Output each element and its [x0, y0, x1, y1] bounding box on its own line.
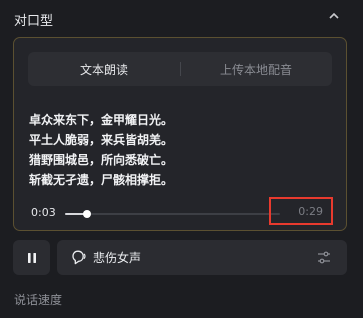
script-line: 猎野围城邑，所向悉破亡。 — [29, 153, 174, 167]
pause-icon — [27, 252, 36, 263]
total-time-highlight: 0:29 — [269, 197, 333, 225]
voice-speech-icon — [72, 250, 86, 265]
script-text[interactable]: 卓众来东下，金甲耀日光。 平土人脆弱，来兵皆胡羌。 猎野围城邑，所向悉破亡。 斩… — [29, 110, 173, 190]
lip-sync-card: 文本朗读 上传本地配音 卓众来东下，金甲耀日光。 平土人脆弱，来兵皆胡羌。 猎野… — [13, 37, 347, 231]
progress-thumb[interactable] — [83, 210, 92, 218]
current-time: 0:03 — [31, 206, 56, 219]
audio-player: 0:03 0:29 — [29, 197, 334, 225]
tab-text-reading[interactable]: 文本朗读 — [28, 52, 180, 86]
script-line: 卓众来东下，金甲耀日光。 — [29, 113, 174, 127]
section-title: 对口型 — [14, 14, 54, 29]
sliders-icon[interactable] — [317, 250, 331, 265]
progress-bar[interactable] — [65, 210, 280, 218]
voice-selector-button[interactable]: 悲伤女声 — [57, 240, 347, 275]
chevron-up-icon[interactable] — [327, 11, 341, 21]
speech-speed-label: 说话速度 — [14, 293, 63, 307]
source-tabs: 文本朗读 上传本地配音 — [28, 52, 332, 86]
section-header[interactable]: 对口型 — [0, 0, 363, 34]
script-line: 斩截无孑遗，尸骸相撑拒。 — [29, 173, 174, 187]
script-line: 平土人脆弱，来兵皆胡羌。 — [29, 133, 174, 147]
total-time: 0:29 — [298, 205, 323, 218]
tab-upload-audio[interactable]: 上传本地配音 — [180, 52, 332, 86]
voice-label: 悲伤女声 — [93, 251, 142, 265]
pause-button[interactable] — [13, 240, 50, 275]
